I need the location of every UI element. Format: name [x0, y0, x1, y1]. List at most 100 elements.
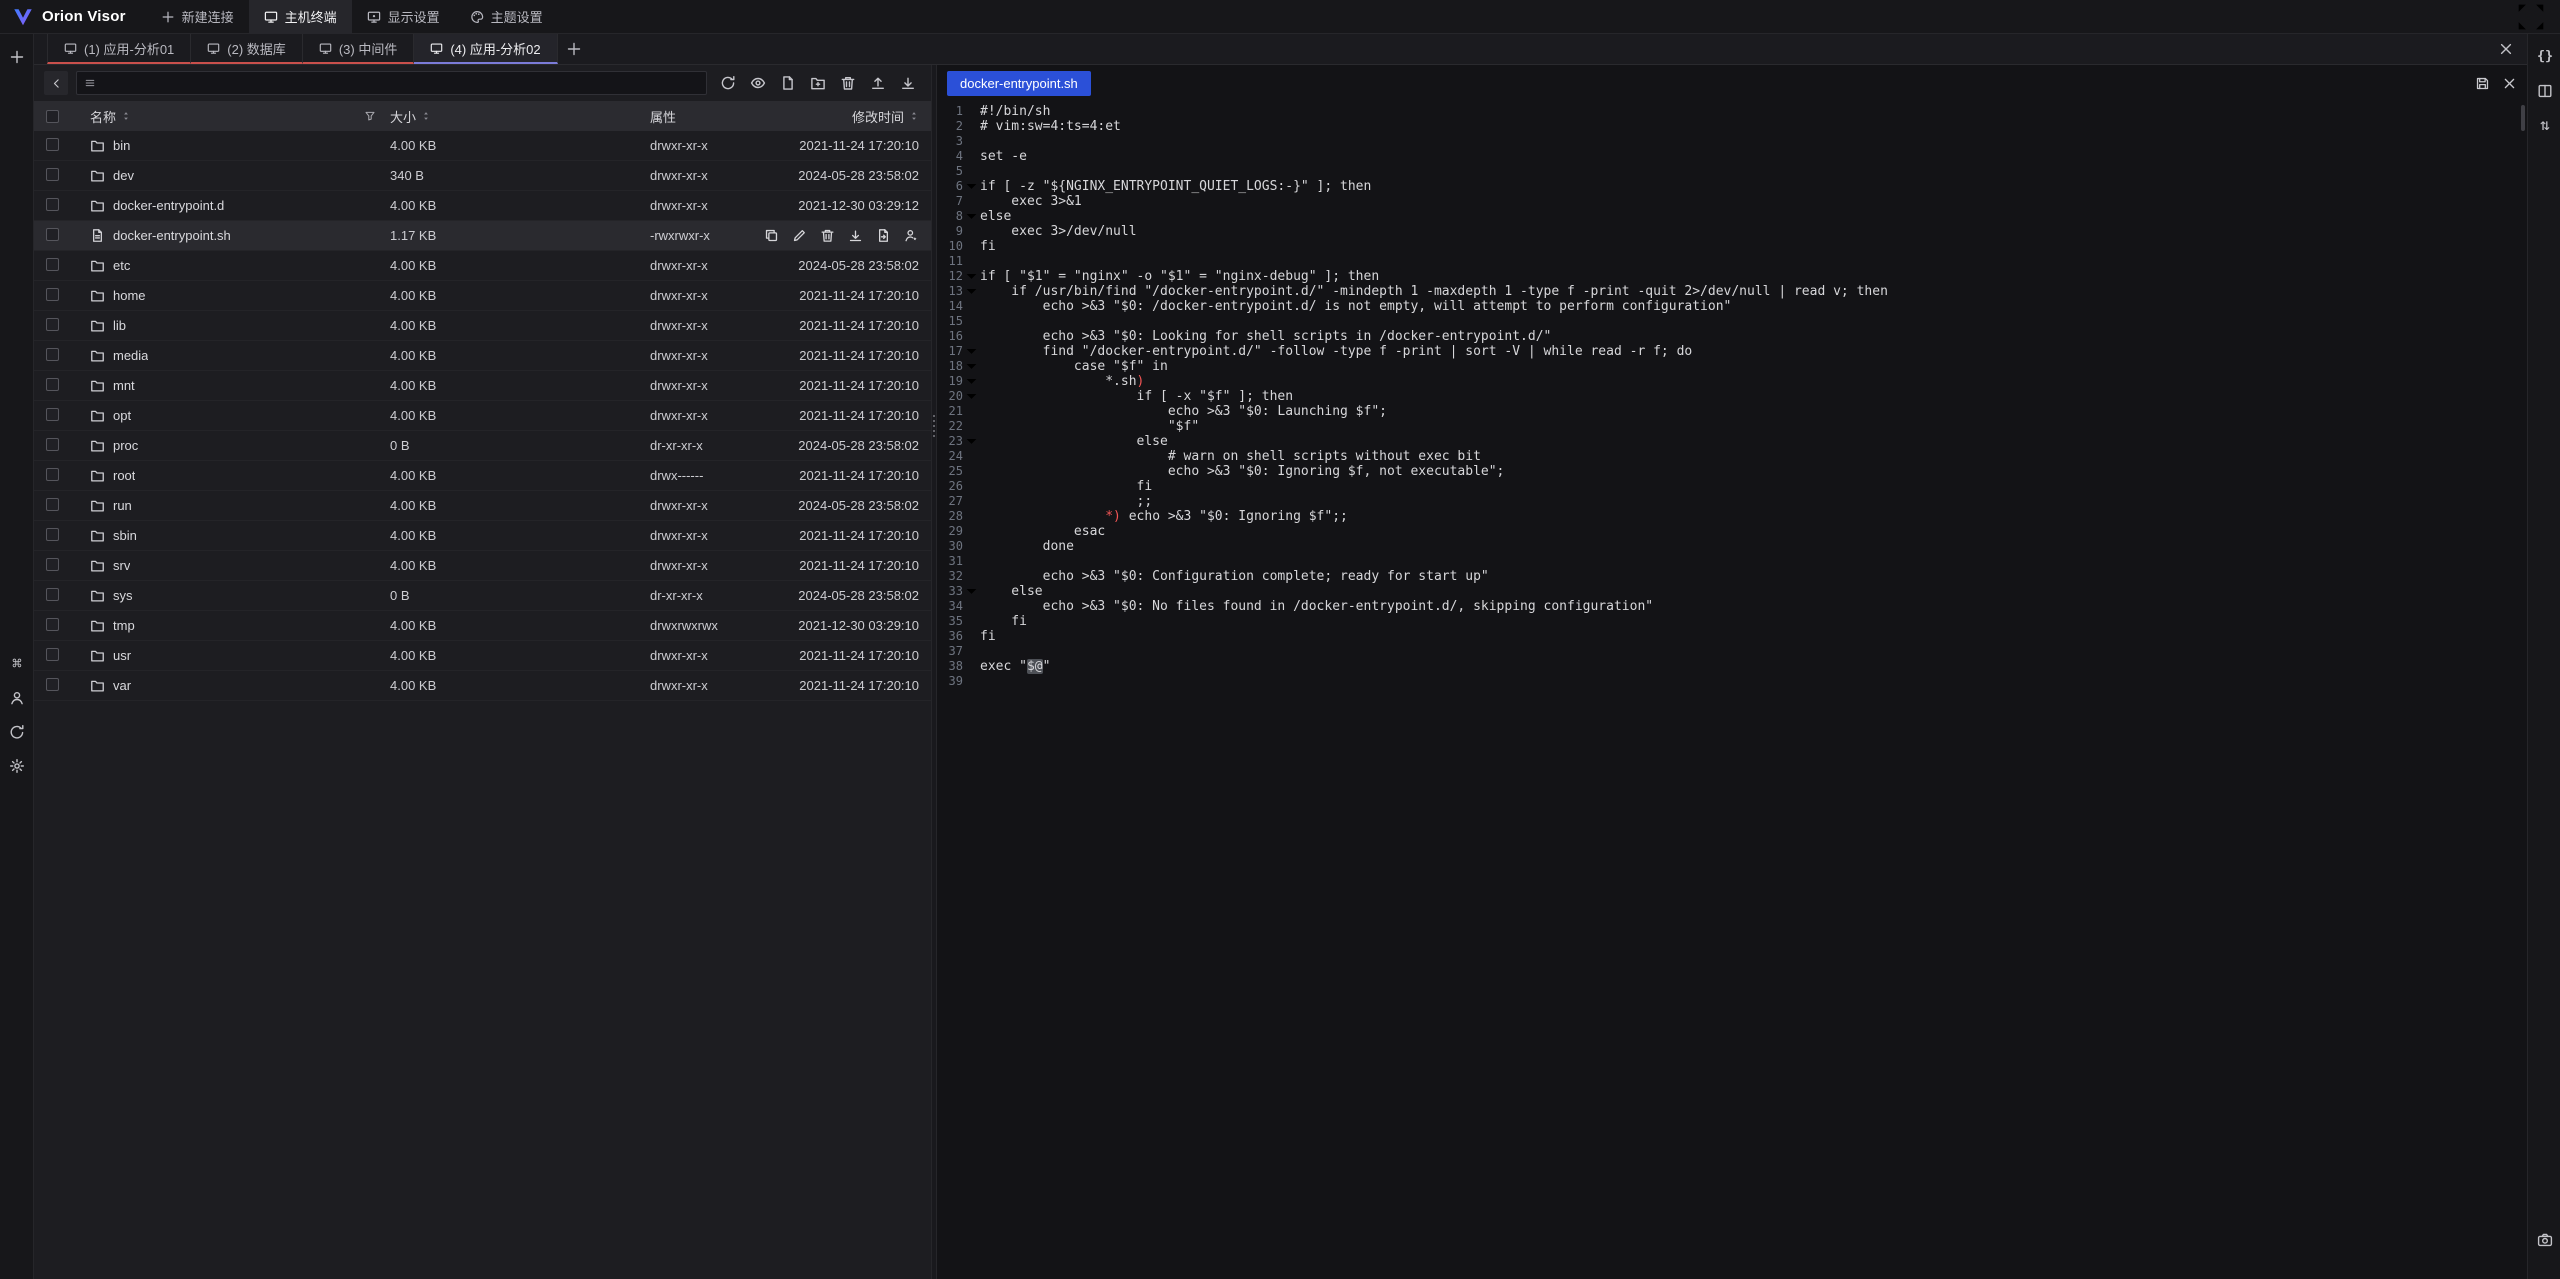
terminal-tab-1[interactable]: (1) 应用-分析01 [47, 34, 191, 64]
table-row[interactable]: dev340 Bdrwxr-xr-x2024-05-28 23:58:02 [34, 161, 931, 191]
editor-scrollbar-thumb[interactable] [2521, 105, 2525, 131]
plus-icon[interactable] [0, 40, 34, 74]
editor-file-tab[interactable]: docker-entrypoint.sh [947, 71, 1091, 96]
braces-icon[interactable]: {} [2528, 40, 2560, 74]
permission-icon[interactable] [904, 228, 919, 243]
trash-icon[interactable] [820, 228, 835, 243]
new-folder-icon[interactable] [805, 70, 831, 96]
fold-toggle-icon[interactable] [963, 389, 980, 404]
row-checkbox[interactable] [46, 408, 59, 421]
table-row[interactable]: var4.00 KBdrwxr-xr-x2021-11-24 17:20:10 [34, 671, 931, 701]
trash-icon[interactable] [835, 70, 861, 96]
refresh-icon[interactable] [715, 70, 741, 96]
menu-new-connection[interactable]: 新建连接 [146, 0, 249, 34]
row-checkbox[interactable] [46, 528, 59, 541]
updown-icon[interactable]: ⇅ [2528, 108, 2560, 142]
menu-theme-settings[interactable]: 主题设置 [455, 0, 558, 34]
fold-toggle-icon[interactable] [963, 269, 980, 284]
row-checkbox[interactable] [46, 348, 59, 361]
file-name: bin [113, 138, 130, 153]
eye-icon[interactable] [745, 70, 771, 96]
row-checkbox[interactable] [46, 228, 59, 241]
camera-icon[interactable] [2528, 1223, 2560, 1257]
edit-icon[interactable] [792, 228, 807, 243]
row-checkbox[interactable] [46, 288, 59, 301]
save-icon[interactable] [2475, 76, 2490, 91]
row-checkbox[interactable] [46, 258, 59, 271]
file-attr: drwxr-xr-x [650, 258, 750, 273]
columns-icon[interactable] [2528, 74, 2560, 108]
fold-toggle-icon[interactable] [963, 209, 980, 224]
menu-host-terminal[interactable]: 主机终端 [249, 0, 352, 34]
row-checkbox[interactable] [46, 438, 59, 451]
fold-toggle-icon[interactable] [963, 434, 980, 449]
sync-icon[interactable] [0, 715, 34, 749]
table-row[interactable]: media4.00 KBdrwxr-xr-x2021-11-24 17:20:1… [34, 341, 931, 371]
fold-toggle-icon[interactable] [963, 284, 980, 299]
list-icon[interactable] [84, 77, 96, 89]
row-checkbox[interactable] [46, 618, 59, 631]
folder-icon [90, 648, 105, 663]
table-row[interactable]: sys0 Bdr-xr-xr-x2024-05-28 23:58:02 [34, 581, 931, 611]
table-row[interactable]: usr4.00 KBdrwxr-xr-x2021-11-24 17:20:10 [34, 641, 931, 671]
terminal-tab-3[interactable]: (3) 中间件 [303, 34, 415, 64]
row-checkbox[interactable] [46, 648, 59, 661]
fold-toggle-icon[interactable] [963, 584, 980, 599]
table-row[interactable]: docker-entrypoint.sh1.17 KB-rwxrwxr-x [34, 221, 931, 251]
table-row[interactable]: opt4.00 KBdrwxr-xr-x2021-11-24 17:20:10 [34, 401, 931, 431]
new-file-icon[interactable] [775, 70, 801, 96]
table-row[interactable]: tmp4.00 KBdrwxrwxrwx2021-12-30 03:29:10 [34, 611, 931, 641]
table-row[interactable]: home4.00 KBdrwxr-xr-x2021-11-24 17:20:10 [34, 281, 931, 311]
table-row[interactable]: root4.00 KBdrwx------2021-11-24 17:20:10 [34, 461, 931, 491]
table-row[interactable]: proc0 Bdr-xr-xr-x2024-05-28 23:58:02 [34, 431, 931, 461]
move-icon[interactable] [876, 228, 891, 243]
gear-icon[interactable] [0, 749, 34, 783]
upload-icon[interactable] [865, 70, 891, 96]
table-row[interactable]: bin4.00 KBdrwxr-xr-x2021-11-24 17:20:10 [34, 131, 931, 161]
fold-toggle-icon[interactable] [963, 179, 980, 194]
add-tab-button[interactable] [558, 34, 590, 64]
download-icon[interactable] [895, 70, 921, 96]
fold-toggle-icon[interactable] [963, 374, 980, 389]
filter-funnel-icon[interactable] [364, 110, 376, 122]
code-line: 38exec "$@" [937, 659, 2527, 674]
table-row[interactable]: etc4.00 KBdrwxr-xr-x2024-05-28 23:58:02 [34, 251, 931, 281]
line-number: 18 [937, 359, 963, 374]
table-row[interactable]: docker-entrypoint.d4.00 KBdrwxr-xr-x2021… [34, 191, 931, 221]
sort-icon[interactable] [421, 111, 431, 121]
terminal-tab-2[interactable]: (2) 数据库 [191, 34, 303, 64]
download-icon[interactable] [848, 228, 863, 243]
row-checkbox[interactable] [46, 558, 59, 571]
row-checkbox[interactable] [46, 678, 59, 691]
menu-display-settings[interactable]: 显示设置 [352, 0, 455, 34]
fold-toggle-icon[interactable] [963, 359, 980, 374]
terminal-tab-4[interactable]: (4) 应用-分析02 [414, 34, 557, 64]
row-checkbox[interactable] [46, 318, 59, 331]
table-row[interactable]: srv4.00 KBdrwxr-xr-x2021-11-24 17:20:10 [34, 551, 931, 581]
line-number: 15 [937, 314, 963, 329]
back-button[interactable] [44, 71, 68, 95]
copy-icon[interactable] [764, 228, 779, 243]
fold-toggle-icon[interactable] [963, 344, 980, 359]
table-row[interactable]: run4.00 KBdrwxr-xr-x2024-05-28 23:58:02 [34, 491, 931, 521]
sort-icon[interactable] [121, 111, 131, 121]
row-checkbox[interactable] [46, 138, 59, 151]
fullscreen-icon[interactable] [2514, 0, 2548, 34]
command-icon[interactable]: ⌘ [0, 647, 34, 681]
row-checkbox[interactable] [46, 468, 59, 481]
row-checkbox[interactable] [46, 198, 59, 211]
table-row[interactable]: mnt4.00 KBdrwxr-xr-x2021-11-24 17:20:10 [34, 371, 931, 401]
select-all-checkbox[interactable] [46, 110, 59, 123]
row-checkbox[interactable] [46, 498, 59, 511]
row-checkbox[interactable] [46, 168, 59, 181]
tabbar-close-button[interactable] [2489, 34, 2523, 64]
row-checkbox[interactable] [46, 378, 59, 391]
row-checkbox[interactable] [46, 588, 59, 601]
table-row[interactable]: lib4.00 KBdrwxr-xr-x2021-11-24 17:20:10 [34, 311, 931, 341]
editor-close-icon[interactable] [2502, 76, 2517, 91]
sort-icon[interactable] [909, 111, 919, 121]
user-icon[interactable] [0, 681, 34, 715]
line-number: 20 [937, 389, 963, 404]
table-row[interactable]: sbin4.00 KBdrwxr-xr-x2021-11-24 17:20:10 [34, 521, 931, 551]
path-input[interactable] [103, 76, 699, 91]
